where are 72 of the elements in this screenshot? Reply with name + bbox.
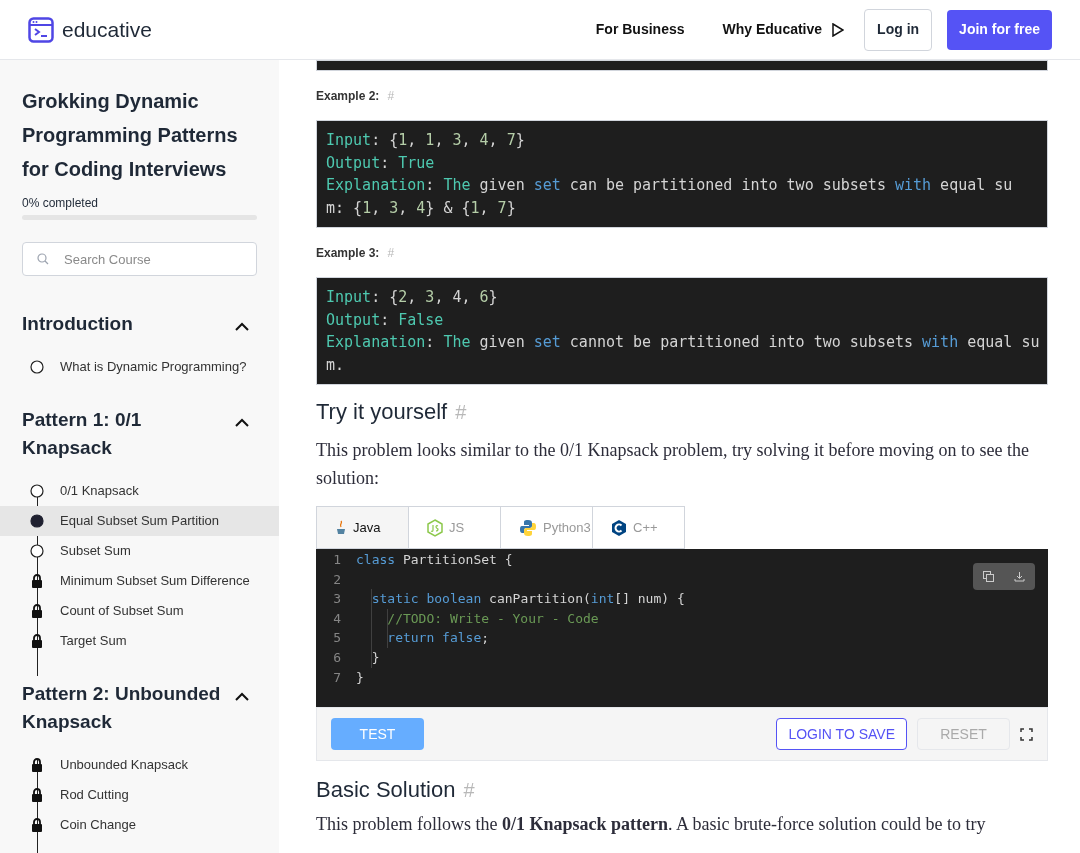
code-line[interactable]: class PartitionSet {	[356, 550, 513, 570]
search-icon	[37, 253, 49, 265]
coffee-cup-icon	[335, 519, 347, 536]
hexagon-icon	[611, 518, 627, 537]
lock-icon	[31, 758, 43, 772]
logo-text[interactable]: educative	[62, 13, 152, 46]
section-title[interactable]: Pattern 2: Unbounded Knapsack	[22, 680, 222, 736]
line-number: 6	[332, 648, 342, 667]
line-number: 7	[332, 668, 342, 687]
line-number: 4	[332, 609, 342, 628]
lock-icon	[31, 574, 43, 588]
course-title: Grokking Dynamic Programming Patterns for Coding Interviews	[22, 89, 239, 182]
line-number: 3	[332, 590, 342, 609]
download-icon[interactable]	[1014, 571, 1025, 582]
code-editor[interactable]: 1 class PartitionSet { 2 3 static boolean canPartition(int[] num) { 4 //TODO: Write - Your - Code 5 return false; 6 } 7 }	[316, 549, 1048, 707]
code-line[interactable]: return false;	[356, 628, 490, 648]
line-number: 2	[332, 570, 342, 589]
code-line[interactable]: static boolean canPartition(int[] num) {	[356, 589, 685, 609]
play-icon	[832, 22, 845, 37]
progress-label: 0% completed	[22, 195, 100, 212]
hexagon-icon	[427, 518, 443, 537]
example-label: Example 2:	[316, 88, 380, 105]
lesson-item[interactable]: Subset Sum	[0, 536, 279, 566]
section-heading: Try it yourself	[316, 398, 448, 426]
code-line: m.	[326, 354, 345, 376]
language-tab[interactable]: Java	[316, 506, 409, 549]
code-line: Explanation: The given set can be partitioned into two subsets with equal su	[326, 175, 1013, 196]
join-button[interactable]: Join for free	[947, 9, 1052, 50]
lesson-item[interactable]: Rod Cutting	[0, 780, 279, 810]
lock-icon	[31, 818, 43, 832]
lesson-item[interactable]: Unbounded Knapsack	[0, 750, 279, 780]
code-line[interactable]: }	[356, 647, 380, 668]
snakes-icon	[519, 518, 537, 537]
lock-icon	[31, 634, 43, 648]
lesson-item[interactable]: Minimum Subset Sum Difference	[0, 566, 279, 596]
paragraph: This problem follows the 0/1 Knapsack pattern. A basic brute-force solution could be to try	[316, 813, 987, 836]
lesson-item[interactable]: Target Sum	[0, 626, 279, 656]
nav-link[interactable]: For Business	[595, 19, 685, 40]
lesson-item[interactable]: Coin Change	[0, 810, 279, 840]
login-button[interactable]: Log in	[864, 8, 933, 51]
code-line[interactable]: }	[356, 667, 364, 688]
lesson-item[interactable]: 0/1 Knapsack	[0, 476, 279, 506]
paragraph: This problem looks similar to the 0/1 Knapsack problem, try solving it before moving on to see the solution:	[316, 439, 1030, 490]
lock-icon	[31, 604, 43, 618]
chevron-up-icon[interactable]	[235, 692, 249, 701]
lesson-item[interactable]: Equal Subset Sum Partition	[0, 506, 279, 536]
section-title[interactable]: Pattern 1: 0/1 Knapsack	[22, 406, 222, 462]
line-number: 1	[332, 551, 342, 569]
fullscreen-icon[interactable]	[1020, 727, 1033, 741]
code-line: Output: True	[326, 152, 435, 174]
line-number: 5	[332, 629, 342, 648]
code-line: Explanation: The given set cannot be partitioned into two subsets with equal su	[326, 332, 1040, 353]
code-line: Output: False	[326, 309, 444, 331]
logo-icon	[28, 16, 54, 43]
circle-icon	[30, 360, 44, 374]
chevron-up-icon[interactable]	[235, 418, 249, 427]
code-line: Input: {1, 1, 3, 4, 7}	[326, 130, 525, 151]
login-to-save-button[interactable]: LOGIN TO SAVE	[776, 718, 907, 750]
section-title[interactable]: Introduction	[22, 310, 222, 338]
example-label: Example 3:	[316, 245, 380, 262]
chevron-up-icon[interactable]	[235, 322, 249, 331]
lesson-item[interactable]: Count of Subset Sum	[0, 596, 279, 626]
code-line[interactable]: //TODO: Write - Your - Code	[356, 608, 599, 629]
lesson-item[interactable]: What is Dynamic Programming?	[0, 352, 279, 382]
search-field[interactable]: Search Course	[22, 242, 257, 276]
copy-icon[interactable]	[983, 571, 994, 582]
lock-icon	[31, 788, 43, 802]
section-heading: Basic Solution	[316, 776, 456, 804]
filled-circle-icon	[30, 514, 44, 528]
code-line: Input: {2, 3, 4, 6}	[326, 287, 498, 308]
code-line: m: {1, 3, 4} & {1, 7}	[326, 197, 516, 219]
nav-link[interactable]: Why Educative	[722, 19, 845, 40]
